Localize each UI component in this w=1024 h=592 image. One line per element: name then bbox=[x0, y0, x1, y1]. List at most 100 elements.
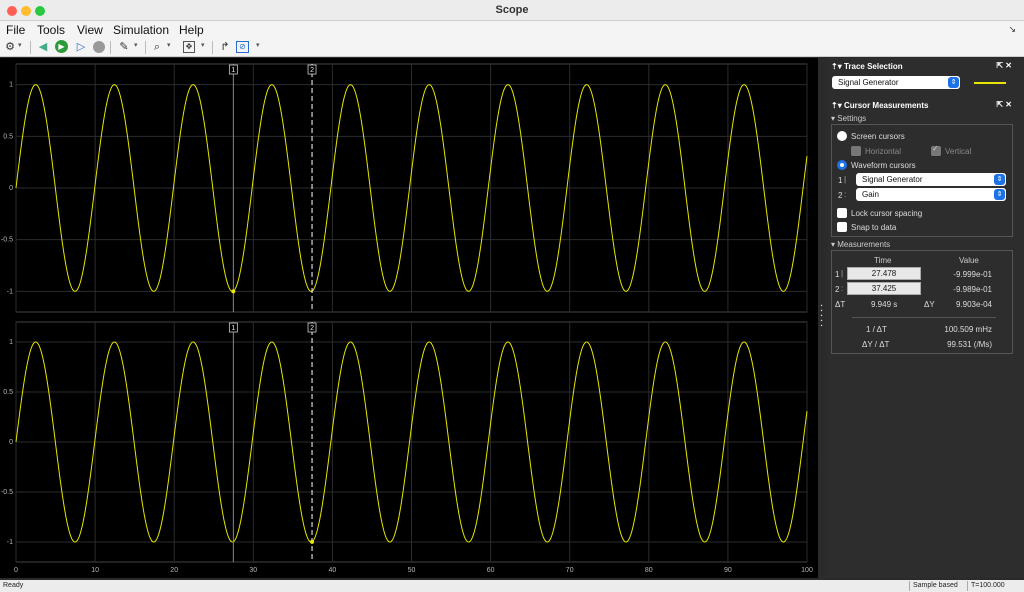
trace-select-dropdown[interactable]: Signal Generator ⇕ bbox=[832, 76, 960, 89]
menu-help[interactable]: Help bbox=[179, 23, 204, 37]
step-forward-icon[interactable]: ▷ bbox=[75, 40, 87, 54]
cursor-marker-point bbox=[310, 539, 315, 544]
snap-to-data-checkbox[interactable] bbox=[837, 222, 847, 232]
undock-icon[interactable]: ⇱ bbox=[996, 61, 1003, 70]
measurements-section-header[interactable]: ▾ Measurements bbox=[831, 240, 890, 249]
trace-color-swatch bbox=[974, 82, 1006, 84]
collapse-icon[interactable]: ⇡▾ bbox=[831, 101, 844, 110]
cursor2-signal-value: Gain bbox=[862, 190, 879, 199]
x-tick-label: 90 bbox=[724, 567, 732, 574]
screen-cursors-radio[interactable] bbox=[837, 131, 847, 141]
undock-arrow-icon[interactable]: ↘ bbox=[1008, 24, 1016, 35]
zoom-icon[interactable]: ⌕ bbox=[151, 40, 163, 54]
chevron-down-icon[interactable]: ▾ bbox=[201, 41, 205, 49]
cursor2-value: -9.989e-01 bbox=[953, 285, 992, 294]
chevron-down-icon[interactable]: ▾ bbox=[134, 41, 138, 49]
lock-cursor-spacing-label: Lock cursor spacing bbox=[851, 209, 923, 218]
waveform-cursors-radio[interactable] bbox=[837, 160, 847, 170]
cursor-tag-label-2: 2 bbox=[310, 325, 314, 332]
menu-view[interactable]: View bbox=[77, 23, 103, 37]
vertical-label: Vertical bbox=[945, 147, 972, 156]
x-tick-label: 80 bbox=[645, 567, 653, 574]
cursor2-time-field[interactable]: 37.425 bbox=[847, 282, 921, 295]
snap-to-data-label: Snap to data bbox=[851, 223, 897, 232]
slope-label: ΔY / ΔT bbox=[862, 340, 890, 349]
simulation-time-indicator: T=100.000 bbox=[967, 581, 1005, 591]
time-column-header: Time bbox=[874, 256, 892, 265]
cursor1-number: 1 bbox=[838, 176, 843, 185]
chevron-updown-icon[interactable]: ⇕ bbox=[948, 77, 959, 88]
cursor1-time-field[interactable]: 27.478 bbox=[847, 267, 921, 280]
y-tick-label: -0.5 bbox=[1, 489, 13, 496]
collapse-icon[interactable]: ⇡▾ bbox=[831, 62, 844, 71]
undock-icon[interactable]: ⇱ bbox=[996, 100, 1003, 109]
measurements-icon[interactable]: ⊘ bbox=[236, 41, 249, 53]
y-tick-label: 0.5 bbox=[3, 133, 13, 140]
cursor-tag-label-1: 1 bbox=[231, 67, 235, 74]
chevron-updown-icon[interactable]: ⇕ bbox=[994, 189, 1005, 200]
row1-cursor-number: 1 bbox=[835, 270, 840, 279]
status-text: Ready bbox=[3, 582, 24, 589]
vertical-checkbox[interactable] bbox=[931, 144, 941, 156]
autoscale-icon[interactable]: ✥ bbox=[183, 41, 195, 53]
x-tick-label: 100 bbox=[801, 567, 813, 574]
menu-simulation[interactable]: Simulation bbox=[113, 23, 169, 37]
x-tick-label: 60 bbox=[487, 567, 495, 574]
chevron-down-icon[interactable]: ▾ bbox=[256, 41, 260, 49]
y-tick-label: -1 bbox=[7, 539, 13, 546]
run-icon[interactable]: ▶ bbox=[55, 40, 68, 53]
cursor-measurements-header: ⇡▾ Cursor Measurements ⇱ ✕ bbox=[828, 99, 1014, 111]
toolbar-separator bbox=[110, 41, 111, 54]
cursor-tag-label-2: 2 bbox=[310, 67, 314, 74]
status-bar: Ready Sample based T=100.000 bbox=[0, 580, 1024, 592]
x-tick-label: 50 bbox=[408, 567, 416, 574]
cursor1-signal-value: Signal Generator bbox=[862, 175, 923, 184]
chevron-down-icon[interactable]: ▾ bbox=[167, 41, 171, 49]
chevron-down-icon[interactable]: ▾ bbox=[18, 41, 22, 49]
y-tick-label: 0 bbox=[9, 185, 13, 192]
cursor2-signal-dropdown[interactable]: Gain ⇕ bbox=[856, 188, 1006, 201]
cursor1-signal-dropdown[interactable]: Signal Generator ⇕ bbox=[856, 173, 1006, 186]
delta-t-value: 9.949 s bbox=[871, 300, 898, 309]
step-back-icon[interactable]: ◀ bbox=[37, 40, 49, 54]
y-tick-label: -0.5 bbox=[1, 237, 13, 244]
x-tick-label: 0 bbox=[14, 567, 18, 574]
scope-window: Scope File Tools View Simulation Help ↘ … bbox=[0, 0, 1024, 592]
gear-icon[interactable]: ⚙ bbox=[4, 40, 16, 54]
close-icon[interactable]: ✕ bbox=[1005, 100, 1012, 109]
waveform-cursors-label: Waveform cursors bbox=[851, 161, 916, 170]
trace-select-value: Signal Generator bbox=[838, 78, 899, 87]
slope-value: 99.531 (/Ms) bbox=[947, 340, 992, 349]
menu-tools[interactable]: Tools bbox=[37, 23, 65, 37]
toolbar: ⚙ ▾ ◀ ▶ ▷ ✎ ▾ ⌕ ▾ ✥ ▾ ↱ ⊘ ▾ bbox=[0, 38, 1024, 57]
row1-cursor-marker: | bbox=[841, 269, 844, 278]
stop-icon[interactable] bbox=[93, 41, 105, 53]
settings-section-header[interactable]: ▾ Settings bbox=[831, 114, 866, 123]
highlight-icon[interactable]: ✎ bbox=[117, 40, 131, 54]
toolbar-separator bbox=[212, 41, 213, 54]
chevron-updown-icon[interactable]: ⇕ bbox=[994, 174, 1005, 185]
triggers-icon[interactable]: ↱ bbox=[219, 40, 231, 54]
y-tick-label: 0.5 bbox=[3, 389, 13, 396]
splitter-grip-icon[interactable]: ▪ ▪ ▪ ▪ ▪ bbox=[819, 304, 824, 332]
cursor2-number: 2 bbox=[838, 191, 843, 200]
cursor-marker-point bbox=[231, 289, 236, 294]
screen-cursors-label: Screen cursors bbox=[851, 132, 905, 141]
window-title: Scope bbox=[495, 4, 529, 16]
sample-mode-indicator: Sample based bbox=[909, 581, 958, 591]
inverse-delta-t-label: 1 / ΔT bbox=[866, 325, 887, 334]
trace-selection-header: ⇡▾ Trace Selection ⇱ ✕ bbox=[828, 60, 1014, 72]
x-tick-label: 10 bbox=[91, 567, 99, 574]
title-bar: Scope bbox=[0, 0, 1024, 21]
close-icon[interactable]: ✕ bbox=[1005, 61, 1012, 70]
x-tick-label: 40 bbox=[329, 567, 337, 574]
horizontal-checkbox[interactable] bbox=[851, 146, 861, 156]
scope-plots[interactable]: 1 0.5 0 -0.5 -1 1 2 1 0.5 0 -0.5 -1 0 10 20 30 40 50 60 70 8… bbox=[0, 58, 818, 578]
lock-cursor-spacing-checkbox[interactable] bbox=[837, 208, 847, 218]
plot-area: 1 0.5 0 -0.5 -1 1 2 1 0.5 0 -0.5 -1 0 10 20 30 40 50 60 70 8… bbox=[0, 58, 818, 578]
menu-file[interactable]: File bbox=[6, 23, 25, 37]
value-column-header: Value bbox=[959, 256, 979, 265]
inverse-delta-t-value: 100.509 mHz bbox=[944, 325, 992, 334]
row2-cursor-marker: : bbox=[841, 284, 844, 293]
cursor1-marker: | bbox=[844, 175, 847, 184]
